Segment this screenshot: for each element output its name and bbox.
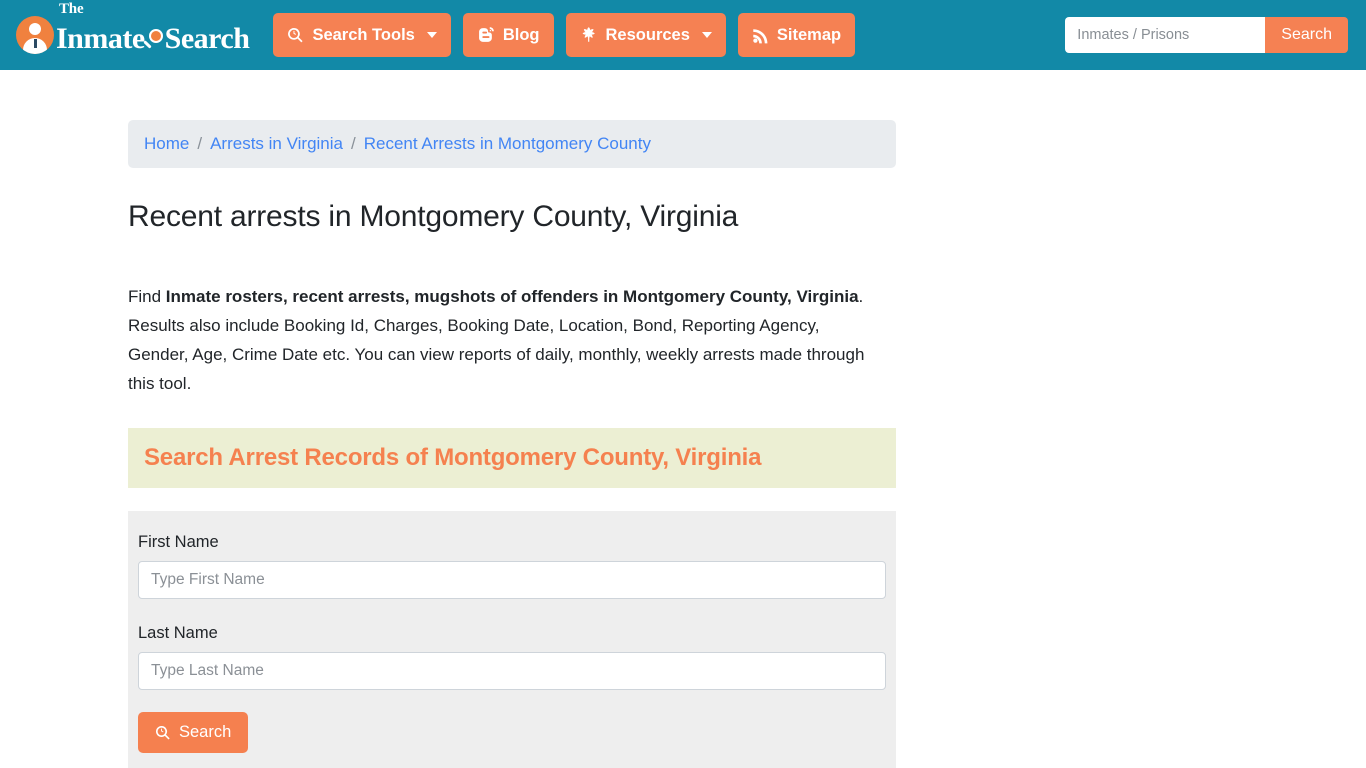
blogger-icon: [477, 26, 495, 44]
breadcrumb-separator: /: [197, 134, 203, 153]
brand-word-inmate: Inmate: [56, 21, 145, 55]
brand-text: The Inmate Search: [56, 1, 250, 55]
brand-word-search: Search: [164, 21, 250, 55]
inmate-avatar-icon: [16, 16, 54, 54]
nav-button-search-tools[interactable]: Search Tools: [273, 13, 451, 57]
nav-label-resources: Resources: [605, 25, 690, 44]
nav-label-blog: Blog: [502, 25, 540, 44]
arrest-search-form: First Name Last Name Search: [128, 511, 896, 768]
breadcrumb: Home / Arrests in Virginia / Recent Arre…: [128, 120, 896, 168]
intro-paragraph: Find Inmate rosters, recent arrests, mug…: [128, 282, 876, 398]
breadcrumb-item-arrests-in-virginia[interactable]: Arrests in Virginia: [210, 134, 343, 154]
page-title: Recent arrests in Montgomery County, Vir…: [128, 200, 739, 233]
header-search-input[interactable]: [1065, 17, 1266, 53]
last-name-label: Last Name: [138, 624, 218, 642]
breadcrumb-item-home[interactable]: Home: [144, 134, 189, 154]
nav-button-resources[interactable]: Resources: [565, 13, 726, 57]
brand-main-label: Inmate Search: [56, 17, 250, 55]
breadcrumb-separator: /: [351, 134, 356, 153]
form-search-button[interactable]: Search: [138, 712, 249, 753]
nav-label-search-tools: Search Tools: [312, 25, 415, 44]
magnifier-icon: [287, 27, 304, 44]
content-container: Home / Arrests in Virginia / Recent Arre…: [128, 120, 896, 768]
header-search-button[interactable]: Search: [1265, 17, 1348, 53]
brand-the-label: The: [59, 0, 84, 17]
site-header: The Inmate Search Search Tools Blog Reso…: [0, 0, 1366, 70]
form-group-first-name: First Name: [138, 533, 886, 599]
form-search-label: Search: [179, 723, 232, 741]
leaf-icon: [580, 26, 598, 44]
logo-magnifier-icon: [142, 28, 164, 49]
chevron-down-icon: [426, 32, 437, 38]
nav-button-sitemap[interactable]: Sitemap: [737, 13, 856, 57]
header-search: Search: [1065, 17, 1348, 53]
intro-lead: Find: [128, 287, 166, 306]
last-name-input[interactable]: [138, 652, 886, 690]
breadcrumb-item-current: Recent Arrests in Montgomery County: [363, 134, 651, 153]
chevron-down-icon: [701, 32, 712, 38]
first-name-label: First Name: [138, 533, 219, 551]
intro-bold: Inmate rosters, recent arrests, mugshots…: [165, 287, 859, 306]
nav-button-blog[interactable]: Blog: [462, 13, 554, 57]
rss-icon: [752, 27, 769, 44]
search-panel-heading: Search Arrest Records of Montgomery Coun…: [128, 428, 896, 488]
site-logo[interactable]: The Inmate Search: [16, 1, 250, 55]
nav-label-sitemap: Sitemap: [776, 25, 842, 44]
form-group-last-name: Last Name: [138, 624, 886, 690]
magnifier-icon: [155, 725, 171, 741]
page-body: Home / Arrests in Virginia / Recent Arre…: [0, 120, 1366, 768]
first-name-input[interactable]: [138, 561, 886, 599]
